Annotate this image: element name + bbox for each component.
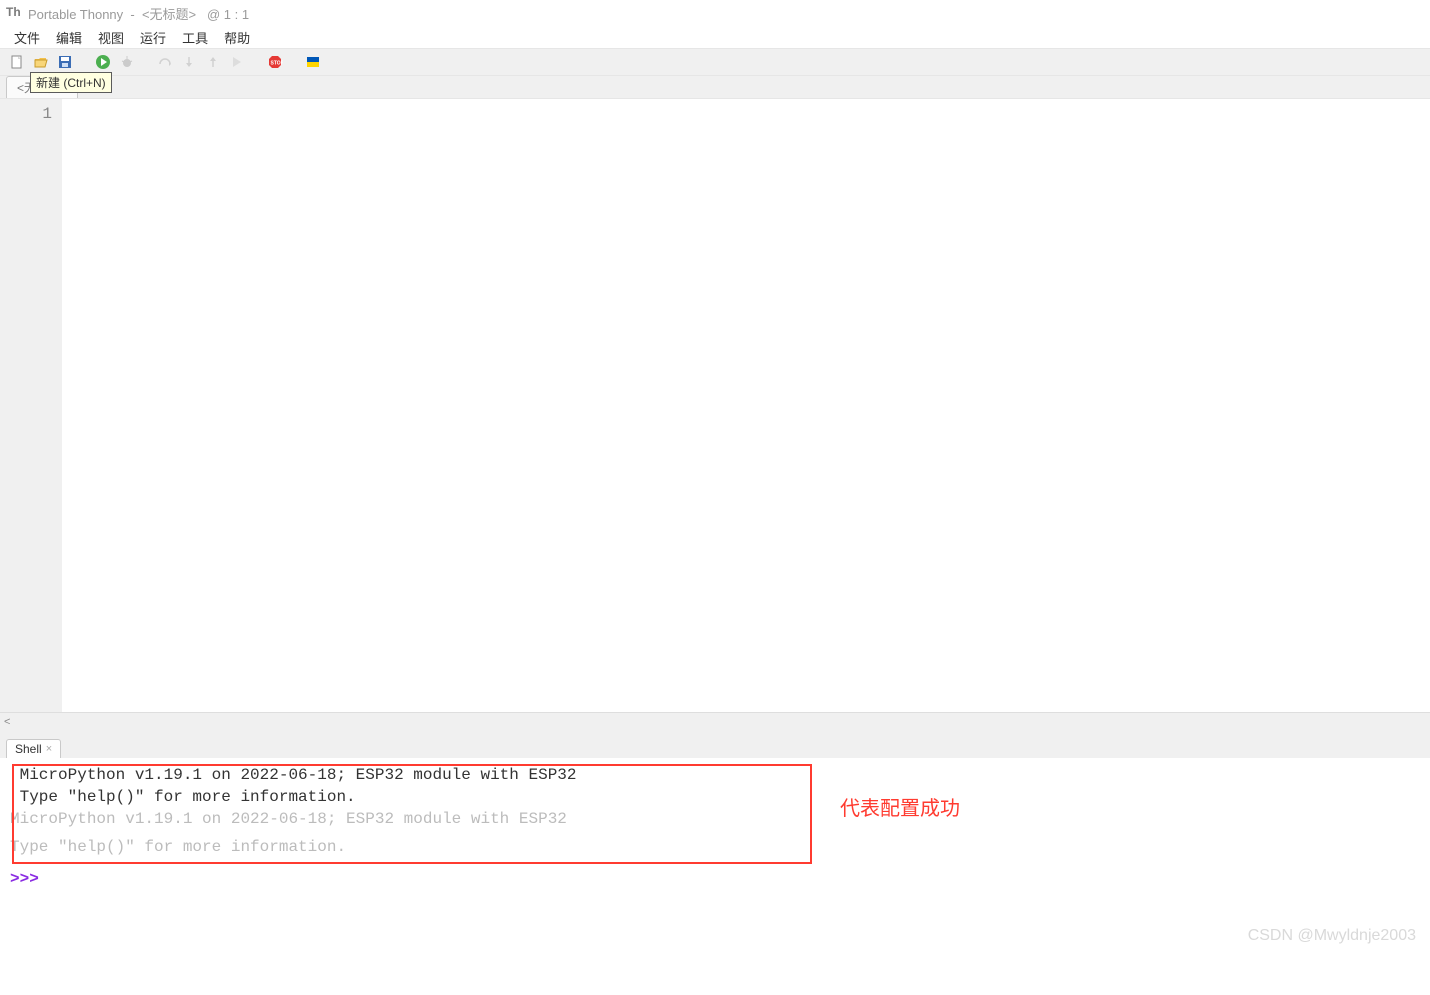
toolbar: STOP	[0, 48, 1430, 76]
flag-icon[interactable]	[304, 53, 322, 71]
save-icon[interactable]	[56, 53, 74, 71]
step-over-icon[interactable]	[156, 53, 174, 71]
app-icon: Th	[6, 4, 22, 23]
watermark: CSDN @Mwyldnje2003	[1248, 927, 1416, 945]
close-icon[interactable]: ×	[46, 743, 52, 755]
shell-line: Type "help()" for more information.	[10, 836, 1420, 858]
menu-tools[interactable]: 工具	[176, 26, 214, 49]
cursor-pos: @ 1 : 1	[207, 7, 249, 22]
scroll-left-icon[interactable]: <	[4, 716, 10, 728]
code-editor[interactable]	[62, 99, 1430, 712]
shell-tab-label: Shell	[15, 742, 42, 756]
menubar: 文件 编辑 视图 运行 工具 帮助	[0, 26, 1430, 48]
run-icon[interactable]	[94, 53, 112, 71]
open-file-icon[interactable]	[32, 53, 50, 71]
debug-icon[interactable]	[118, 53, 136, 71]
line-gutter: 1	[0, 99, 62, 712]
stop-icon[interactable]: STOP	[266, 53, 284, 71]
shell-prompt: >>>	[10, 870, 39, 888]
menu-view[interactable]: 视图	[92, 26, 130, 49]
tooltip-new: 新建 (Ctrl+N)	[30, 72, 112, 93]
new-file-icon[interactable]	[8, 53, 26, 71]
annotation-success: 代表配置成功	[840, 798, 960, 820]
resume-icon[interactable]	[228, 53, 246, 71]
step-out-icon[interactable]	[204, 53, 222, 71]
line-number: 1	[0, 105, 52, 123]
menu-file[interactable]: 文件	[8, 26, 46, 49]
editor-area: 1	[0, 98, 1430, 712]
doc-name: <无标题>	[142, 7, 196, 22]
shell-tabrow: Shell ×	[0, 736, 1430, 758]
shell-line: Type "help()" for more information.	[10, 786, 1420, 808]
shell-line: MicroPython v1.19.1 on 2022-06-18; ESP32…	[10, 764, 1420, 786]
app-title: Portable Thonny - <无标题> @ 1 : 1	[28, 4, 249, 23]
editor-tabrow: 新建 (Ctrl+N) <无标题>	[0, 76, 1430, 98]
hscrollbar[interactable]: <	[0, 712, 1430, 730]
svg-text:STOP: STOP	[271, 61, 284, 67]
menu-edit[interactable]: 编辑	[50, 26, 88, 49]
shell-line: MicroPython v1.19.1 on 2022-06-18; ESP32…	[10, 808, 1420, 830]
menu-help[interactable]: 帮助	[218, 26, 256, 49]
shell-tab[interactable]: Shell ×	[6, 739, 61, 758]
titlebar: Th Portable Thonny - <无标题> @ 1 : 1	[0, 0, 1430, 26]
svg-text:Th: Th	[6, 5, 21, 19]
shell-body[interactable]: MicroPython v1.19.1 on 2022-06-18; ESP32…	[0, 758, 1430, 928]
menu-run[interactable]: 运行	[134, 26, 172, 49]
app-name: Portable Thonny	[28, 7, 123, 22]
step-into-icon[interactable]	[180, 53, 198, 71]
